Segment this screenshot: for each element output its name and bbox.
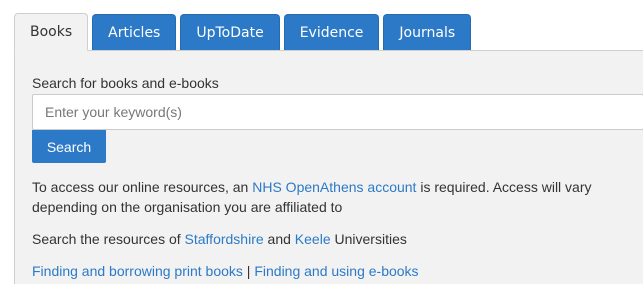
resources-text-middle: and	[263, 231, 295, 247]
access-info: To access our online resources, an NHS O…	[32, 177, 632, 217]
openathens-link[interactable]: NHS OpenAthens account	[252, 179, 416, 195]
print-books-link[interactable]: Finding and borrowing print books	[32, 263, 243, 279]
tab-journals[interactable]: Journals	[383, 14, 472, 51]
tab-bar: Books Articles UpToDate Evidence Journal…	[14, 13, 475, 51]
tab-evidence[interactable]: Evidence	[283, 14, 380, 51]
books-search-panel: Search for books and e-books Search To a…	[14, 50, 643, 284]
resources-text-after: Universities	[330, 231, 407, 247]
staffordshire-link[interactable]: Staffordshire	[185, 231, 264, 247]
tab-uptodate[interactable]: UpToDate	[180, 14, 280, 51]
access-text-before: To access our online resources, an	[32, 179, 253, 195]
search-label: Search for books and e-books	[32, 75, 219, 91]
keele-link[interactable]: Keele	[295, 231, 331, 247]
search-button[interactable]: Search	[32, 130, 106, 163]
search-input[interactable]	[32, 94, 643, 130]
resources-info: Search the resources of Staffordshire an…	[32, 229, 407, 249]
tab-books[interactable]: Books	[14, 13, 89, 51]
resources-text-before: Search the resources of	[32, 231, 185, 247]
ebooks-link[interactable]: Finding and using e-books	[254, 263, 418, 279]
link-separator: |	[242, 263, 255, 279]
tab-articles[interactable]: Articles	[92, 14, 177, 51]
help-links: Finding and borrowing print books | Find…	[32, 261, 419, 281]
